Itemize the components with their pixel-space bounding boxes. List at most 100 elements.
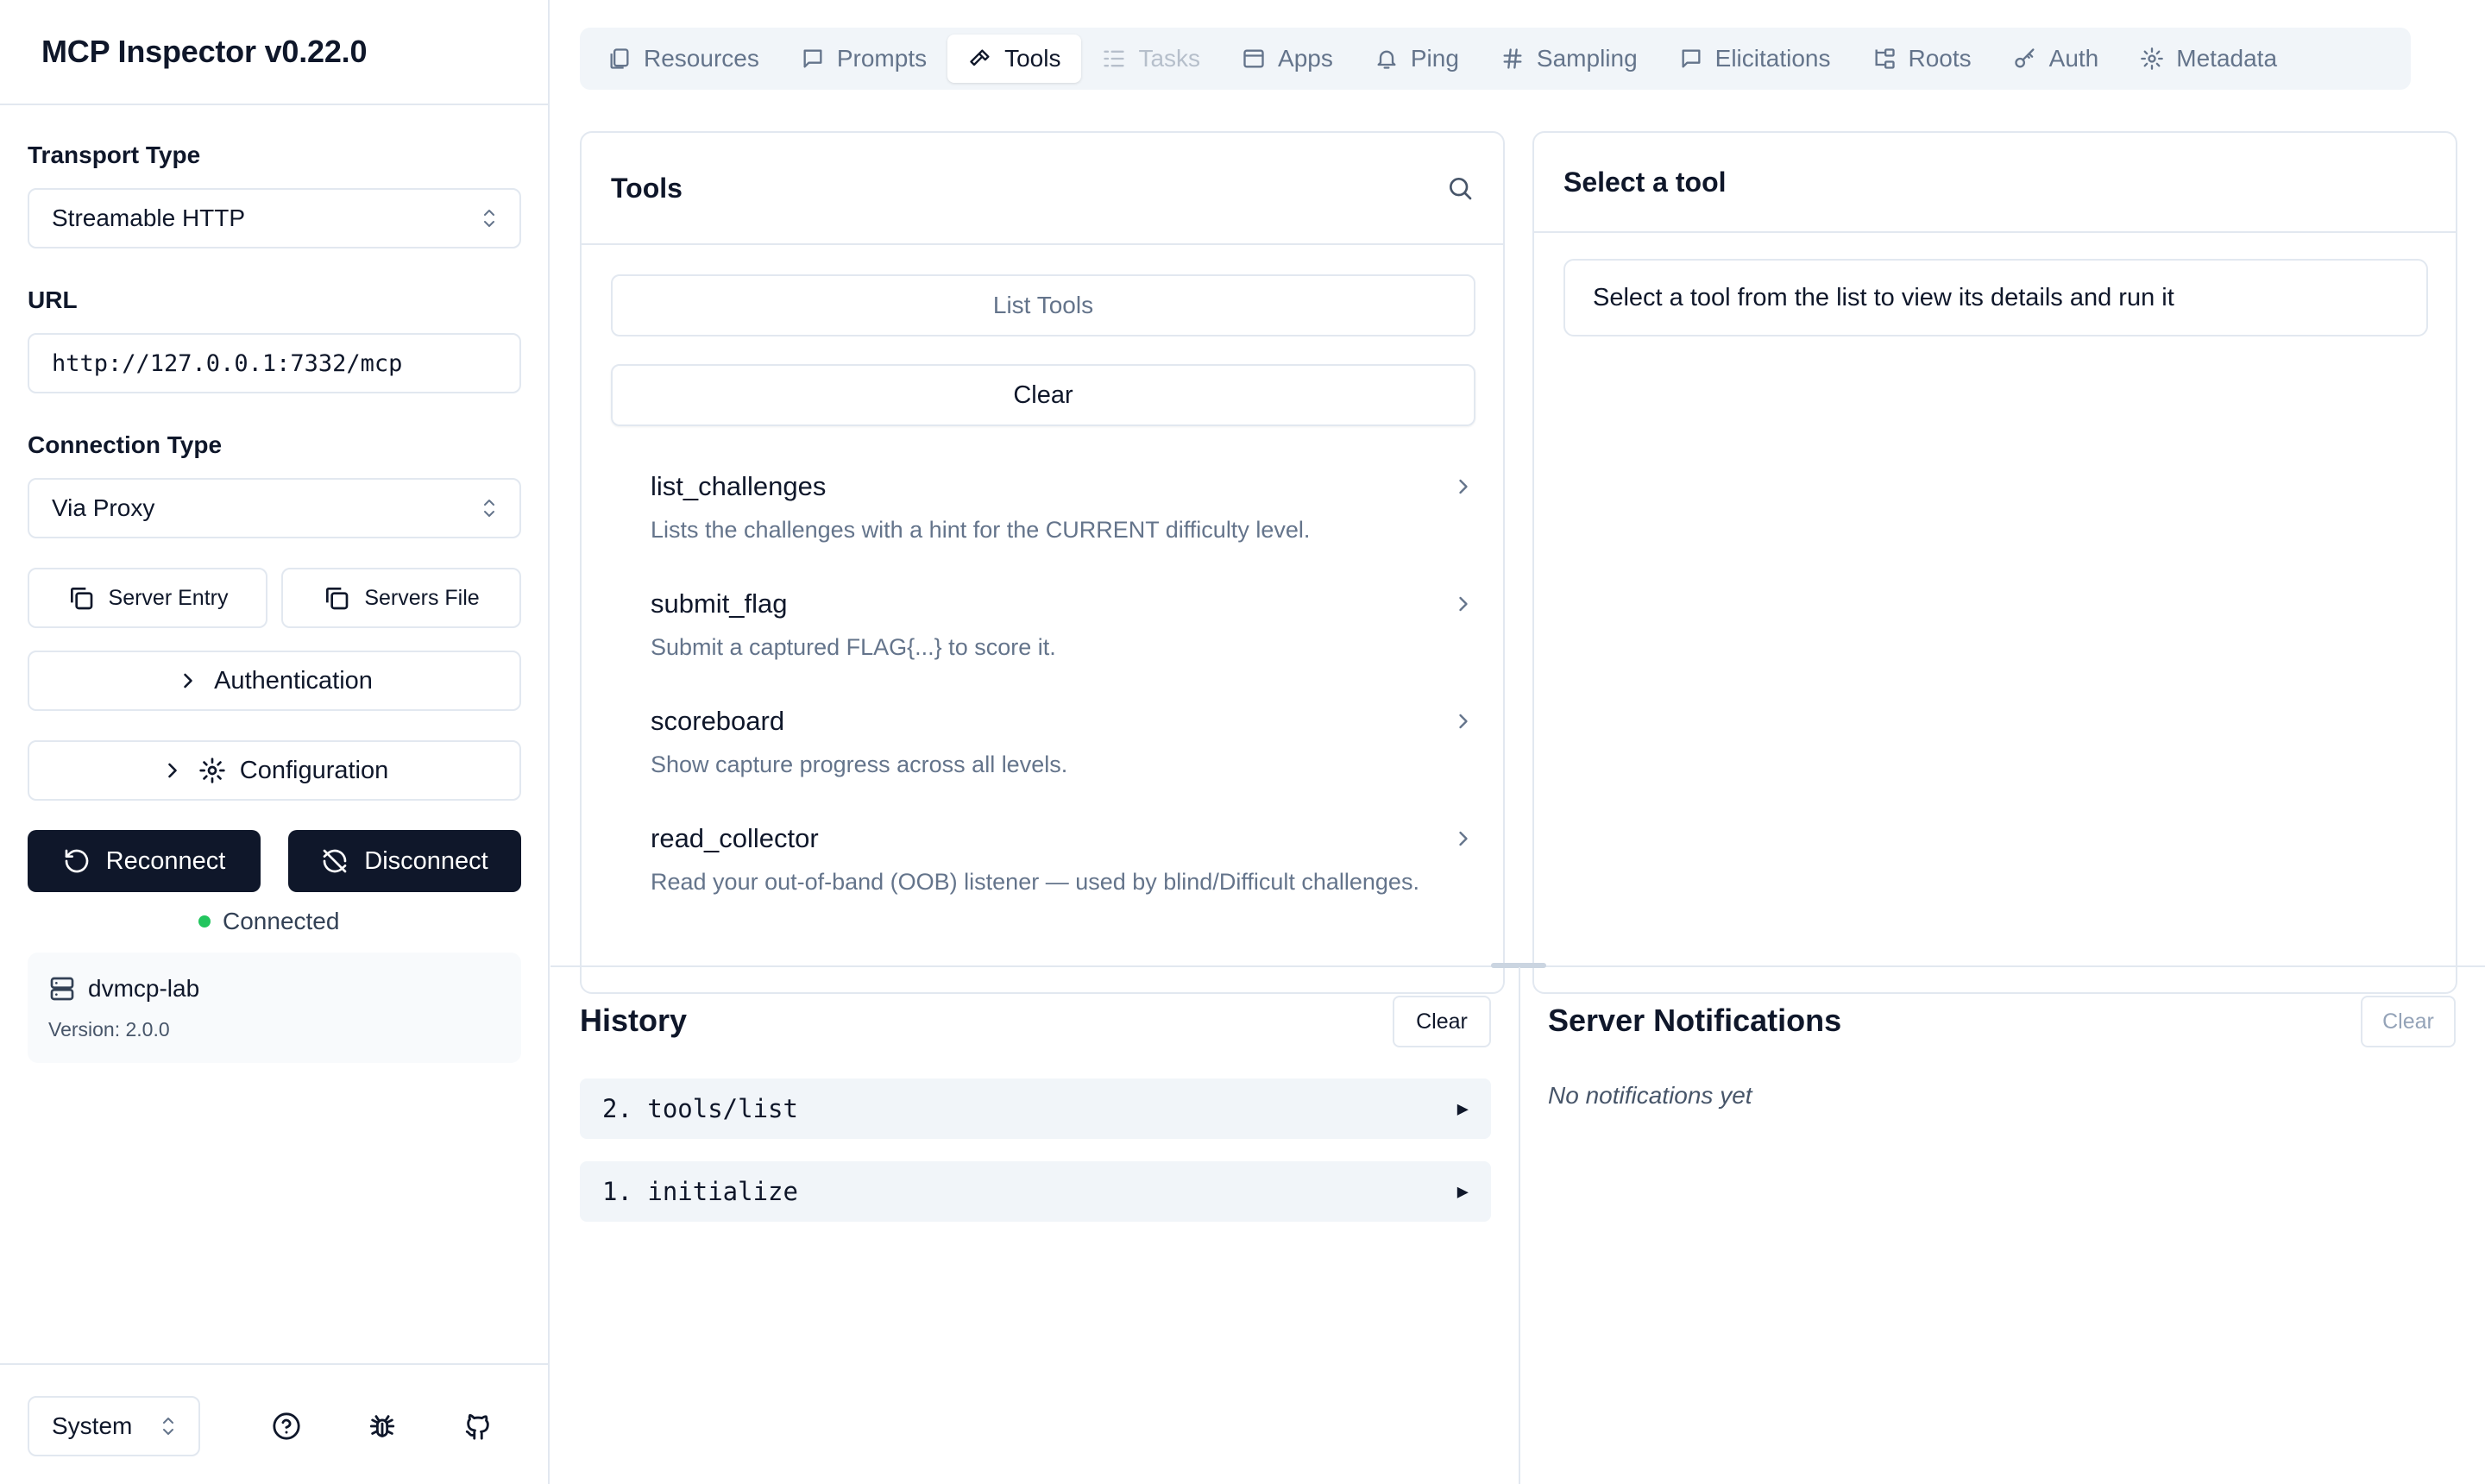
servers-file-button[interactable]: Servers File [281,568,521,628]
tool-item-submit-flag[interactable]: submit_flag Submit a captured FLAG{...} … [651,588,1468,664]
tab-auth[interactable]: Auth [1992,35,2120,83]
connection-type-select[interactable]: Via Proxy [28,478,521,538]
history-item[interactable]: 1. initialize ▶ [580,1161,1491,1222]
chevron-right-icon [184,673,192,689]
github-icon[interactable] [463,1412,493,1441]
chevron-right-icon [167,763,177,778]
tab-sampling[interactable]: Sampling [1480,35,1658,83]
chevron-right-icon [1459,479,1468,494]
tools-panel-header: Tools [582,133,1503,245]
tool-name: submit_flag [651,588,788,619]
key-icon [2014,48,2035,68]
url-label: URL [28,286,78,313]
tab-label: Metadata [2176,45,2278,72]
tool-description: Submit a captured FLAG{...} to score it. [651,634,1056,660]
gear-icon [2141,47,2164,70]
tab-label: Tools [1004,45,1061,72]
resources-icon [610,48,629,69]
bell-icon [1377,50,1396,69]
copy-icon [70,588,92,610]
tasks-icon [1104,50,1125,67]
url-value: http://127.0.0.1:7332/mcp [52,349,403,377]
tab-label: Tasks [1138,45,1201,72]
disconnect-label: Disconnect [364,846,488,875]
tab-label: Auth [2048,45,2099,72]
theme-value: System [52,1412,133,1439]
message-icon [1682,49,1701,68]
copy-icon [326,588,349,610]
tab-metadata[interactable]: Metadata [2119,35,2298,83]
tab-ping[interactable]: Ping [1354,35,1480,83]
expand-arrow-icon: ▶ [1456,1097,1469,1120]
refresh-off-icon [323,849,347,873]
servers-file-label: Servers File [364,585,480,610]
tool-name: read_collector [651,823,819,853]
reconnect-button[interactable]: Reconnect [28,830,261,892]
tab-label: Prompts [836,45,928,72]
tab-roots[interactable]: Roots [1852,35,1992,83]
tool-item-list-challenges[interactable]: list_challenges Lists the challenges wit… [651,471,1468,547]
chevron-right-icon [1459,831,1468,846]
tab-apps[interactable]: Apps [1221,35,1354,83]
sidebar-header: MCP Inspector v0.22.0 [0,0,548,105]
server-name: dvmcp-lab [88,975,200,1002]
notifications-clear-button[interactable]: Clear [2361,996,2456,1047]
status-dot [198,915,211,928]
tool-item-scoreboard[interactable]: scoreboard Show capture progress across … [651,706,1468,782]
tab-resources[interactable]: Resources [587,35,780,83]
connection-type-label: Connection Type [28,431,223,458]
tools-panel: Tools List Tools Clear list_challenges L… [580,131,1505,994]
tools-panel-title: Tools [611,172,683,204]
tool-detail-title: Select a tool [1563,166,1727,198]
notifications-empty-text: No notifications yet [1548,1082,1752,1109]
history-item[interactable]: 2. tools/list ▶ [580,1078,1491,1139]
configuration-toggle[interactable]: Configuration [28,740,521,801]
hash-icon [1503,48,1522,69]
disconnect-button[interactable]: Disconnect [288,830,521,892]
bug-icon[interactable] [368,1412,397,1441]
tab-label: Elicitations [1714,45,1831,72]
tool-item-read-collector[interactable]: read_collector Read your out-of-band (OO… [651,823,1468,899]
clear-tools-button[interactable]: Clear [611,364,1475,426]
tool-detail-placeholder: Select a tool from the list to view its … [1563,259,2428,336]
chevron-right-icon [1459,596,1468,612]
sidebar: MCP Inspector v0.22.0 Transport Type Str… [0,0,550,1484]
theme-select[interactable]: System [28,1396,200,1456]
authentication-toggle[interactable]: Authentication [28,651,521,711]
server-entry-label: Server Entry [108,585,229,610]
authentication-label: Authentication [214,666,373,695]
url-input[interactable]: http://127.0.0.1:7332/mcp [28,333,521,393]
tab-label: Roots [1908,45,1972,72]
expand-arrow-icon: ▶ [1456,1180,1469,1203]
server-info-card: dvmcp-lab Version: 2.0.0 [28,953,521,1063]
tool-description: Show capture progress across all levels. [651,751,1068,777]
tab-prompts[interactable]: Prompts [780,35,947,83]
chevrons-up-down-icon [163,1418,173,1435]
tab-bar: Resources Prompts Tools Tasks Apps Ping … [580,28,2411,90]
tab-label: Sampling [1536,45,1638,72]
hammer-icon [970,49,990,66]
tool-description: Read your out-of-band (OOB) listener — u… [651,869,1419,895]
help-icon[interactable] [272,1412,301,1441]
tool-name: list_challenges [651,471,827,501]
history-clear-button[interactable]: Clear [1393,996,1491,1047]
tool-description: Lists the challenges with a hint for the… [651,517,1311,543]
history-title: History [580,1003,688,1038]
transport-type-label: Transport Type [28,141,201,168]
notifications-title: Server Notifications [1548,1003,1842,1038]
search-icon[interactable] [1446,174,1474,202]
tab-label: Apps [1278,45,1333,72]
tool-name: scoreboard [651,706,785,736]
status-text: Connected [223,908,340,934]
transport-type-select[interactable]: Streamable HTTP [28,188,521,248]
tab-tools[interactable]: Tools [947,35,1082,83]
tab-tasks[interactable]: Tasks [1081,35,1221,83]
reconnect-label: Reconnect [105,846,226,875]
sidebar-footer: System [0,1363,550,1484]
history-item-label: 2. tools/list [602,1094,798,1123]
chevron-right-icon [1459,714,1468,729]
tab-elicitations[interactable]: Elicitations [1658,35,1852,83]
server-entry-button[interactable]: Server Entry [28,568,267,628]
apps-icon [1243,49,1264,68]
list-tools-button[interactable]: List Tools [611,274,1475,336]
